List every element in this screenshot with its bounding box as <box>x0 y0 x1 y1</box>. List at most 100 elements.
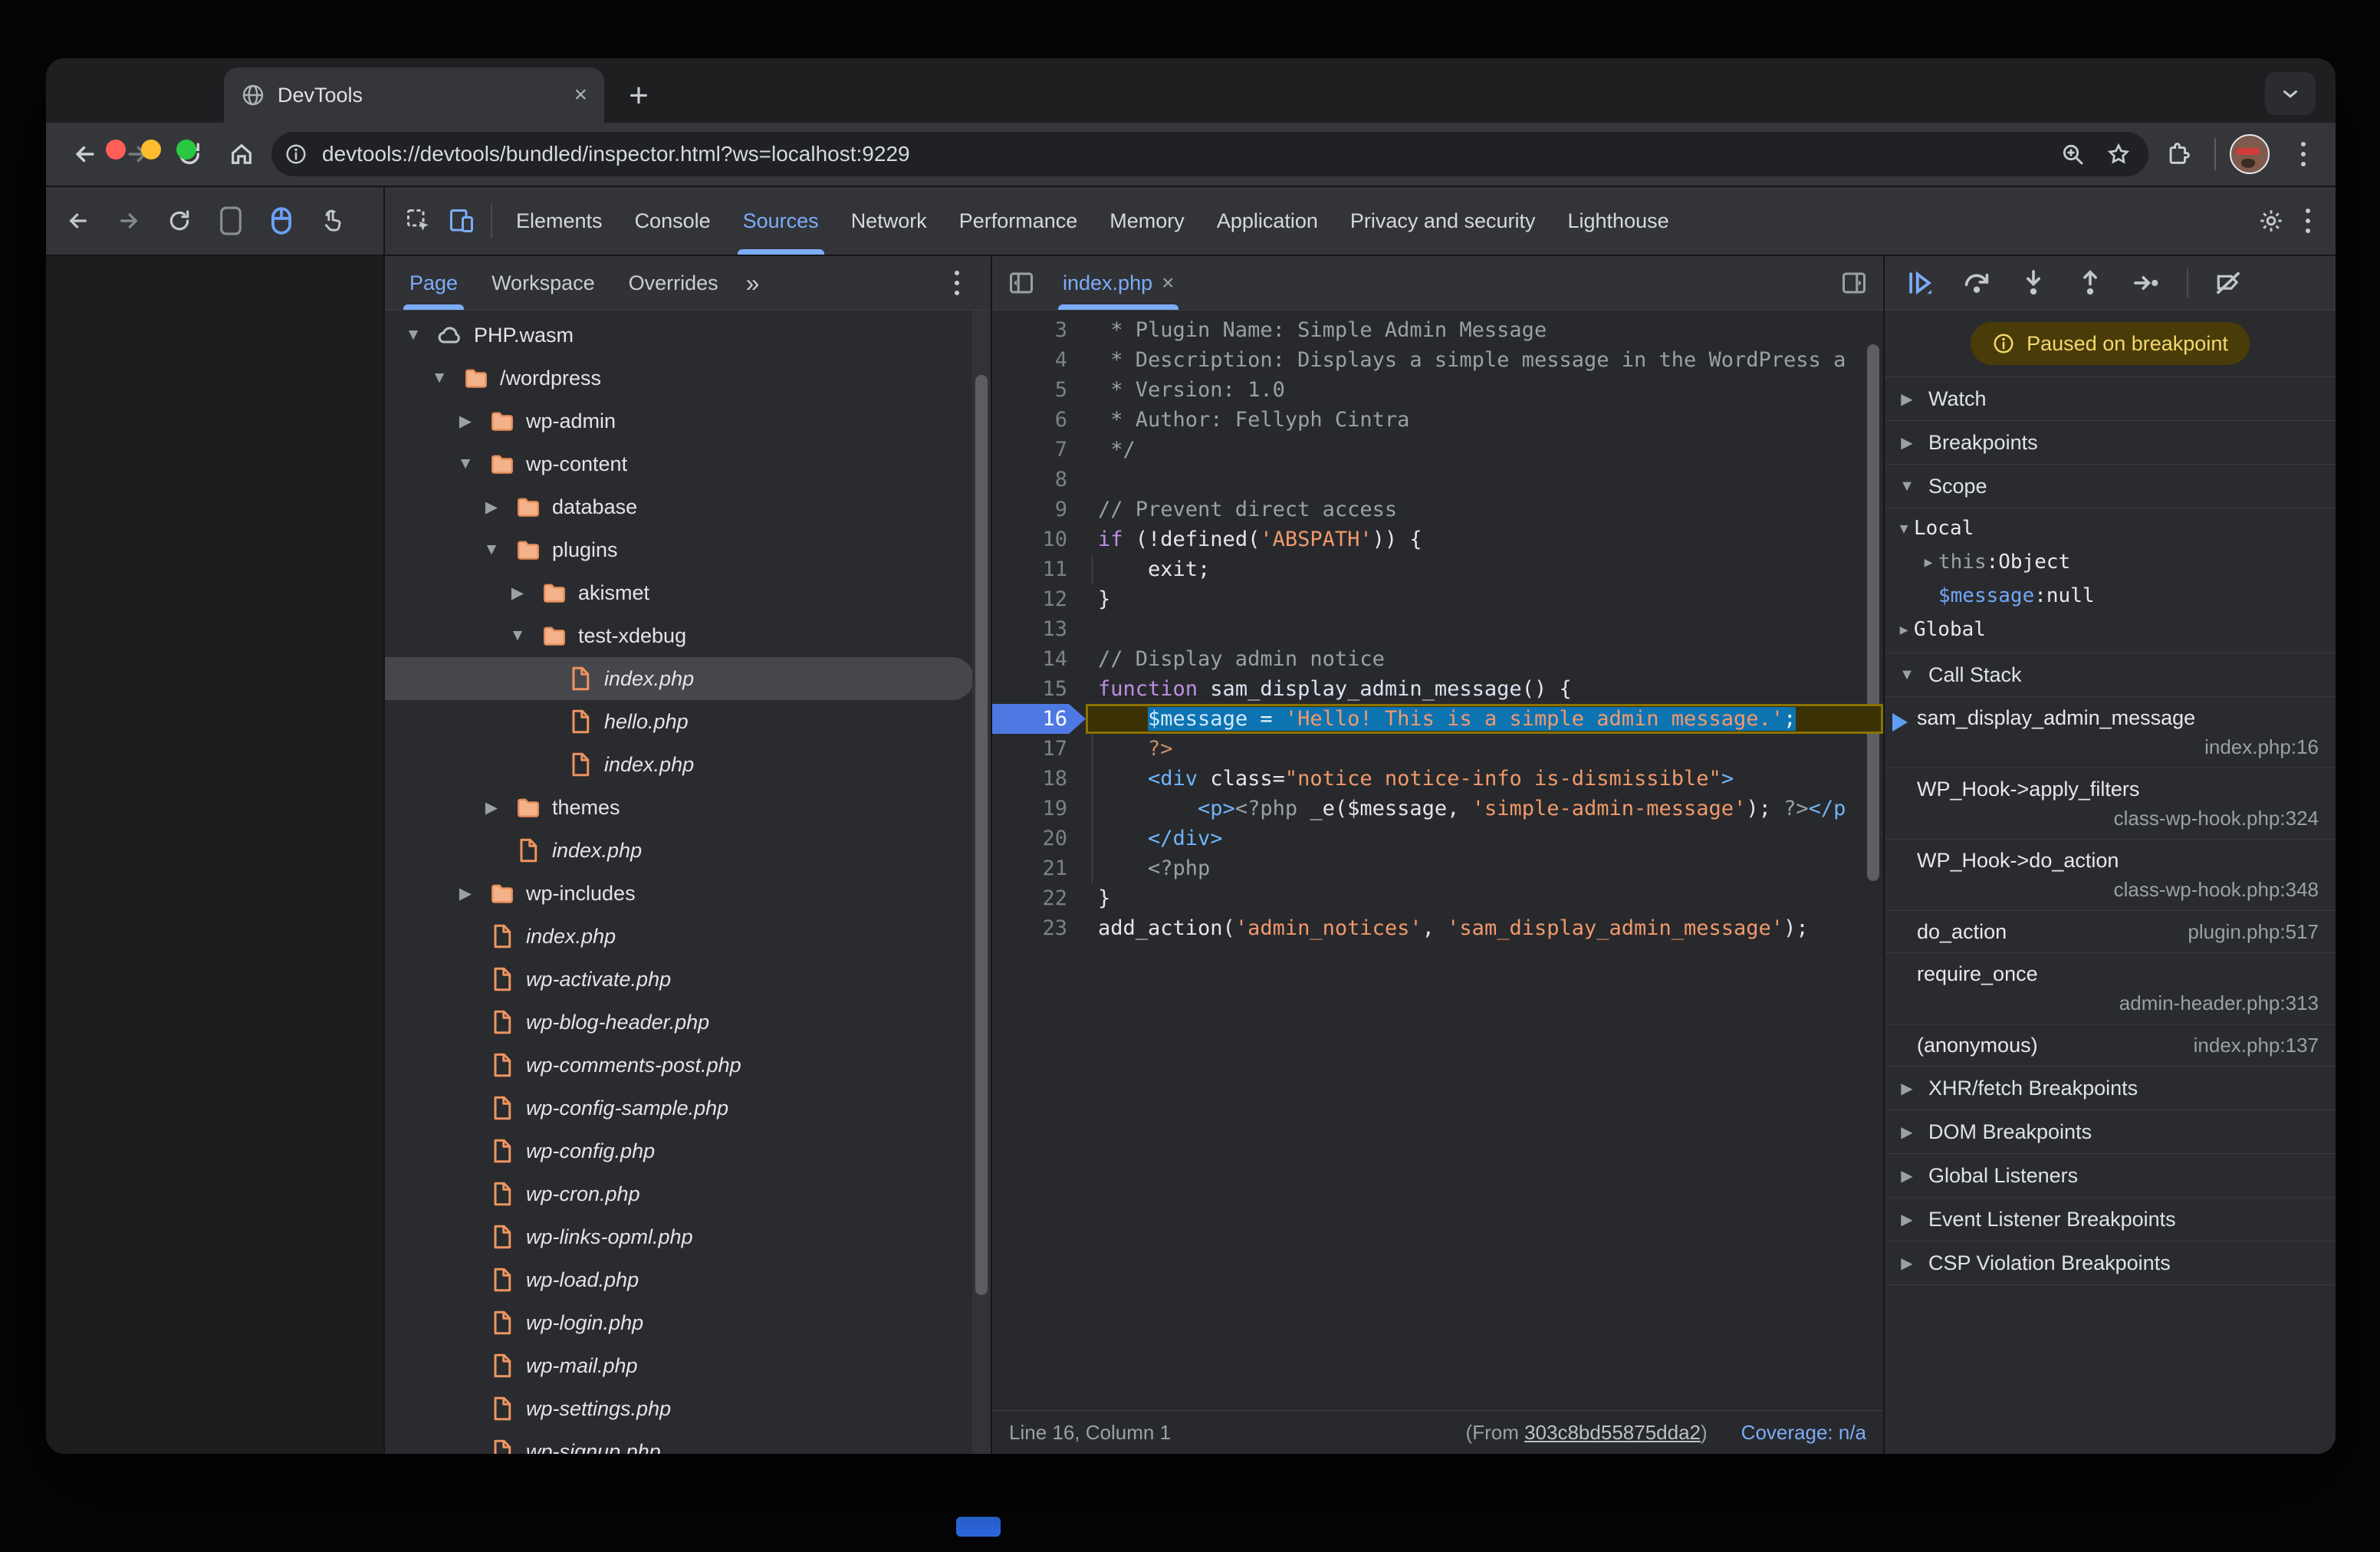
call-stack-frame[interactable]: do_actionplugin.php:517 <box>1885 911 2336 953</box>
call-stack-frame[interactable]: (anonymous)index.php:137 <box>1885 1024 2336 1067</box>
step-into-icon[interactable] <box>2017 266 2050 300</box>
screencast-forward-icon[interactable] <box>117 209 141 233</box>
code-line-text[interactable]: function sam_display_admin_message() { <box>1086 674 1883 704</box>
chevron-down-icon[interactable]: ▼ <box>400 326 426 344</box>
tab-memory[interactable]: Memory <box>1093 187 1201 255</box>
tree-item-index-php[interactable]: index.php <box>385 657 974 700</box>
code-line-text[interactable]: ?> <box>1086 734 1883 764</box>
home-icon[interactable] <box>219 132 264 176</box>
sidebar-scrollbar-thumb[interactable] <box>975 375 988 1295</box>
chevron-down-icon[interactable]: ▼ <box>426 369 452 387</box>
code-line-8[interactable]: 8 <box>992 465 1883 495</box>
code-line-10[interactable]: 10if (!defined('ABSPATH')) { <box>992 524 1883 554</box>
close-window-button[interactable] <box>106 140 126 159</box>
tab-console[interactable]: Console <box>619 187 727 255</box>
tree-item-wp-login-php[interactable]: wp-login.php <box>385 1301 991 1344</box>
line-number-15[interactable]: 15 <box>992 674 1086 704</box>
tree-item--wordpress[interactable]: ▼/wordpress <box>385 357 991 400</box>
section-csp-violation-breakpoints[interactable]: ▶CSP Violation Breakpoints <box>1885 1241 2336 1285</box>
code-line-23[interactable]: 23add_action('admin_notices', 'sam_displ… <box>992 913 1883 943</box>
code-line-14[interactable]: 14// Display admin notice <box>992 644 1883 674</box>
code-line-3[interactable]: 3 * Plugin Name: Simple Admin Message <box>992 315 1883 345</box>
editor-file-tab[interactable]: index.php × <box>1047 256 1189 310</box>
line-number-17[interactable]: 17 <box>992 734 1086 764</box>
tab-network[interactable]: Network <box>835 187 943 255</box>
code-area[interactable]: 3 * Plugin Name: Simple Admin Message4 *… <box>992 311 1883 1410</box>
deactivate-breakpoints-icon[interactable] <box>2211 266 2245 300</box>
code-line-21[interactable]: 21 <?php <box>992 853 1883 883</box>
section-event-listener-breakpoints[interactable]: ▶Event Listener Breakpoints <box>1885 1198 2336 1241</box>
line-number-22[interactable]: 22 <box>992 883 1086 913</box>
tree-item-akismet[interactable]: ▶akismet <box>385 571 991 614</box>
tree-item-php-wasm[interactable]: ▼PHP.wasm <box>385 314 991 357</box>
tab-search-button[interactable] <box>2265 72 2316 115</box>
sidebar-menu-icon[interactable] <box>942 271 972 295</box>
tree-item-plugins[interactable]: ▼plugins <box>385 528 991 571</box>
section-watch[interactable]: ▶Watch <box>1885 377 2336 421</box>
settings-gear-icon[interactable] <box>2250 199 2293 242</box>
close-file-icon[interactable]: × <box>1162 271 1174 295</box>
scope-variable[interactable]: $message: null <box>1885 579 2336 613</box>
line-number-13[interactable]: 13 <box>992 614 1086 644</box>
chevron-down-icon[interactable]: ▼ <box>478 541 505 559</box>
line-number-10[interactable]: 10 <box>992 524 1086 554</box>
code-line-text[interactable]: if (!defined('ABSPATH')) { <box>1086 524 1883 554</box>
tree-item-wp-links-opml-php[interactable]: wp-links-opml.php <box>385 1215 991 1258</box>
inspect-element-icon[interactable] <box>397 199 440 242</box>
tree-item-index-php[interactable]: index.php <box>385 743 991 786</box>
hide-debugger-icon[interactable] <box>1833 261 1875 304</box>
tree-item-hello-php[interactable]: hello.php <box>385 700 991 743</box>
line-number-20[interactable]: 20 <box>992 824 1086 853</box>
line-number-14[interactable]: 14 <box>992 644 1086 674</box>
mouse-icon[interactable] <box>270 206 293 235</box>
browser-menu-icon[interactable] <box>2288 142 2319 166</box>
resume-script-icon[interactable] <box>1903 266 1937 300</box>
code-line-text[interactable]: exit; <box>1086 554 1883 584</box>
code-line-20[interactable]: 20 </div> <box>992 824 1883 853</box>
chevron-right-icon[interactable]: ▶ <box>452 412 478 431</box>
call-stack-frame[interactable]: sam_display_admin_messageindex.php:16 <box>1885 697 2336 768</box>
code-line-text[interactable]: * Version: 1.0 <box>1086 375 1883 405</box>
bookmark-star-icon[interactable] <box>2099 132 2138 176</box>
tree-item-themes[interactable]: ▶themes <box>385 786 991 829</box>
extensions-icon[interactable] <box>2156 132 2201 176</box>
tree-item-wp-activate-php[interactable]: wp-activate.php <box>385 958 991 1001</box>
code-line-11[interactable]: 11 exit; <box>992 554 1883 584</box>
code-line-text[interactable]: $message = 'Hello! This is a simple admi… <box>1086 704 1883 734</box>
code-line-text[interactable]: * Author: Fellyph Cintra <box>1086 405 1883 435</box>
zoom-icon[interactable] <box>2053 132 2092 176</box>
tree-item-wp-cron-php[interactable]: wp-cron.php <box>385 1172 991 1215</box>
code-line-22[interactable]: 22} <box>992 883 1883 913</box>
tree-item-wp-config-sample-php[interactable]: wp-config-sample.php <box>385 1087 991 1129</box>
line-number-8[interactable]: 8 <box>992 465 1086 495</box>
coverage-link[interactable]: Coverage: n/a <box>1741 1421 1866 1445</box>
code-line-text[interactable]: </div> <box>1086 824 1883 853</box>
tab-application[interactable]: Application <box>1201 187 1334 255</box>
tree-item-wp-admin[interactable]: ▶wp-admin <box>385 400 991 442</box>
tree-item-wp-settings-php[interactable]: wp-settings.php <box>385 1387 991 1430</box>
screencast-reload-icon[interactable] <box>167 209 192 233</box>
chevron-right-icon[interactable]: ▶ <box>478 798 505 817</box>
tree-item-wp-mail-php[interactable]: wp-mail.php <box>385 1344 991 1387</box>
scope-global[interactable]: ▶Global <box>1885 613 2336 646</box>
section-global-listeners[interactable]: ▶Global Listeners <box>1885 1154 2336 1198</box>
chevron-down-icon[interactable]: ▼ <box>505 626 531 645</box>
section-call-stack[interactable]: ▼Call Stack <box>1885 653 2336 697</box>
code-line-text[interactable]: * Plugin Name: Simple Admin Message <box>1086 315 1883 345</box>
source-hash-link[interactable]: 303c8bd55875dda2 <box>1524 1421 1701 1444</box>
tree-item-wp-comments-post-php[interactable]: wp-comments-post.php <box>385 1044 991 1087</box>
tree-item-database[interactable]: ▶database <box>385 485 991 528</box>
code-line-text[interactable]: // Prevent direct access <box>1086 495 1883 524</box>
code-line-text[interactable]: <p><?php _e($message, 'simple-admin-mess… <box>1086 794 1883 824</box>
more-tabs-icon[interactable]: » <box>735 269 769 298</box>
line-number-9[interactable]: 9 <box>992 495 1086 524</box>
line-number-19[interactable]: 19 <box>992 794 1086 824</box>
line-number-3[interactable]: 3 <box>992 315 1086 345</box>
tab-lighthouse[interactable]: Lighthouse <box>1552 187 1685 255</box>
section-breakpoints[interactable]: ▶Breakpoints <box>1885 421 2336 465</box>
screencast-viewport[interactable] <box>46 256 383 1454</box>
section-scope[interactable]: ▼Scope <box>1885 465 2336 508</box>
scope-this[interactable]: ▶this: Object <box>1885 545 2336 579</box>
tab-elements[interactable]: Elements <box>500 187 619 255</box>
code-line-text[interactable]: * Description: Displays a simple message… <box>1086 345 1883 375</box>
